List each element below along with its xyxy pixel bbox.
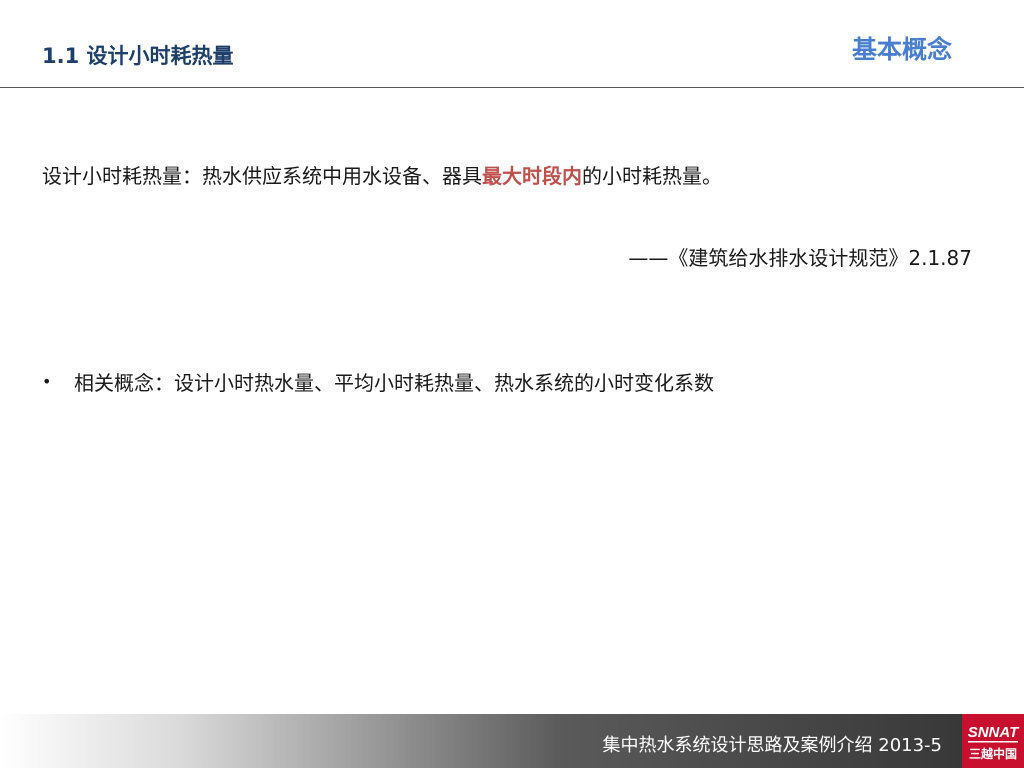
citation: ——《建筑给水排水设计规范》2.1.87 — [628, 246, 972, 270]
logo-text-bottom: 三越中国 — [969, 746, 1017, 761]
related-concepts-text: 相关概念：设计小时热水量、平均小时耗热量、热水系统的小时变化系数 — [74, 371, 714, 395]
definition-text: 设计小时耗热量：热水供应系统中用水设备、器具最大时段内的小时耗热量。 — [42, 160, 722, 189]
logo-text-top: SNNAT — [968, 724, 1020, 741]
footer-text: 集中热水系统设计思路及案例介绍 2013-5 — [602, 735, 942, 756]
related-concepts-item: • 相关概念：设计小时热水量、平均小时耗热量、热水系统的小时变化系数 — [42, 367, 714, 396]
definition-highlight: 最大时段内 — [482, 164, 582, 188]
bullet-icon: • — [42, 372, 52, 391]
definition-prefix: 设计小时耗热量：热水供应系统中用水设备、器具 — [42, 164, 482, 188]
header-divider — [0, 87, 1024, 88]
definition-suffix: 的小时耗热量。 — [582, 164, 722, 188]
company-logo: SNNAT 三越中国 — [962, 714, 1024, 768]
slide-title: 1.1 设计小时耗热量 — [42, 44, 234, 68]
section-label: 基本概念 — [851, 35, 952, 64]
company-logo-mark: SNNAT 三越中国 — [968, 724, 1020, 761]
